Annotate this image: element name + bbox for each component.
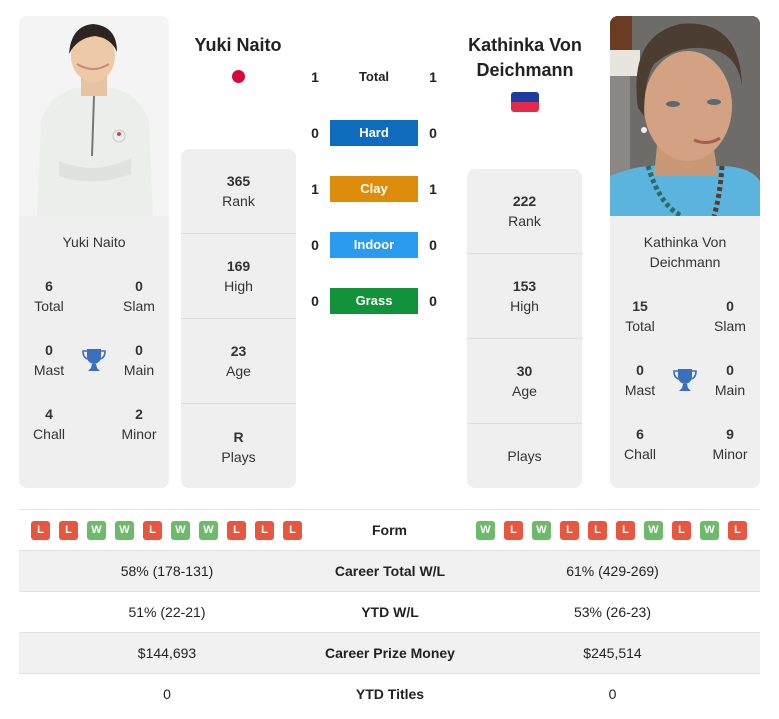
player1-titles-mast: 0 Mast xyxy=(33,342,65,378)
stat-row-prize-money: $144,693 Career Prize Money $245,514 xyxy=(19,632,760,673)
player1-rank: 365 Rank xyxy=(181,149,296,234)
liechtenstein-flag-icon xyxy=(511,92,539,112)
h2h-total-p2: 1 xyxy=(429,69,437,85)
form-loss-badge[interactable]: L xyxy=(255,521,274,540)
stat-row-ytd-wl: 51% (22-21) YTD W/L 53% (26-23) xyxy=(19,591,760,632)
player1-titles-slam: 0 Slam xyxy=(123,278,155,314)
form-label: Form xyxy=(372,522,407,538)
form-win-badge[interactable]: W xyxy=(115,521,134,540)
h2h-clay-row: 1 Clay 1 xyxy=(300,176,450,202)
form-loss-badge[interactable]: L xyxy=(227,521,246,540)
form-loss-badge[interactable]: L xyxy=(672,521,691,540)
h2h-hard-p1: 0 xyxy=(311,125,319,141)
player1-high: 169 High xyxy=(181,234,296,319)
player1-plays: R Plays xyxy=(221,428,256,465)
player2-age: 30 Age xyxy=(467,339,582,424)
h2h-total-label: Total xyxy=(358,69,390,84)
player2-prize-money: $245,514 xyxy=(583,645,642,661)
form-win-badge[interactable]: W xyxy=(700,521,719,540)
player2-plays: Plays xyxy=(507,448,542,464)
japan-flag-icon xyxy=(232,70,245,83)
surface-indoor-badge[interactable]: Indoor xyxy=(330,232,418,258)
player2-ytd-titles: 0 xyxy=(608,686,617,702)
form-win-badge[interactable]: W xyxy=(532,521,551,540)
surface-hard-badge[interactable]: Hard xyxy=(330,120,418,146)
form-loss-badge[interactable]: L xyxy=(616,521,635,540)
player2-titles-card: Kathinka Von Deichmann 15 Total 0 Slam 0… xyxy=(610,216,760,488)
form-win-badge[interactable]: W xyxy=(476,521,495,540)
form-win-badge[interactable]: W xyxy=(171,521,190,540)
h2h-grass-p1: 0 xyxy=(311,293,319,309)
form-loss-badge[interactable]: L xyxy=(283,521,302,540)
player1-card-name: Yuki Naito xyxy=(62,234,126,250)
trophy-icon xyxy=(673,367,697,393)
player2-ytd-wl: 53% (26-23) xyxy=(573,604,652,620)
form-loss-badge[interactable]: L xyxy=(504,521,523,540)
player1-titles-chall: 4 Chall xyxy=(33,406,65,442)
h2h-clay-p2: 1 xyxy=(429,181,437,197)
player1-photo xyxy=(19,16,169,216)
player2-titles-mast: 0 Mast xyxy=(624,362,656,398)
stat-row-career-wl: 58% (178-131) Career Total W/L 61% (429-… xyxy=(19,550,760,591)
stat-label: Career Prize Money xyxy=(325,645,455,661)
player2-titles-slam: 0 Slam xyxy=(714,298,746,334)
player2-high: 153 High xyxy=(467,254,582,339)
player2-titles-chall: 6 Chall xyxy=(624,426,656,462)
player1-prize-money: $144,693 xyxy=(137,645,197,661)
player2-titles-main: 0 Main xyxy=(714,362,746,398)
form-loss-badge[interactable]: L xyxy=(588,521,607,540)
player1-titles-minor: 2 Minor xyxy=(121,406,157,442)
h2h-indoor-row: 0 Indoor 0 xyxy=(300,232,450,258)
h2h-indoor-p1: 0 xyxy=(311,237,319,253)
player1-age: 23 Age xyxy=(181,319,296,404)
player1-titles-card: Yuki Naito 6 Total 0 Slam 0 Mast 0 Main … xyxy=(19,216,169,488)
form-win-badge[interactable]: W xyxy=(644,521,663,540)
player2-career-wl: 61% (429-269) xyxy=(566,563,659,579)
stat-label: Career Total W/L xyxy=(334,563,446,579)
player1-portrait-image xyxy=(19,16,169,216)
h2h-grass-p2: 0 xyxy=(429,293,437,309)
stat-label: YTD W/L xyxy=(361,604,419,620)
h2h-hard-row: 0 Hard 0 xyxy=(300,120,450,146)
form-row: LLWWLWWLLL Form WLWLLLWLWL xyxy=(19,509,760,550)
form-loss-badge[interactable]: L xyxy=(31,521,50,540)
surface-clay-badge[interactable]: Clay xyxy=(330,176,418,202)
form-win-badge[interactable]: W xyxy=(199,521,218,540)
player1-titles-main: 0 Main xyxy=(123,342,155,378)
player1-ytd-wl: 51% (22-21) xyxy=(128,604,206,620)
trophy-icon xyxy=(82,347,106,373)
form-loss-badge[interactable]: L xyxy=(59,521,78,540)
surface-grass-badge[interactable]: Grass xyxy=(330,288,418,314)
h2h-total-row: 1 Total 1 xyxy=(300,64,450,90)
player1-name[interactable]: Yuki Naito xyxy=(178,33,298,58)
h2h-clay-p1: 1 xyxy=(311,181,319,197)
stat-label: YTD Titles xyxy=(355,686,425,702)
form-loss-badge[interactable]: L xyxy=(143,521,162,540)
h2h-indoor-p2: 0 xyxy=(429,237,437,253)
player2-titles-minor: 9 Minor xyxy=(712,426,748,462)
stat-row-ytd-titles: 0 YTD Titles 0 xyxy=(19,673,760,714)
form-loss-badge[interactable]: L xyxy=(728,521,747,540)
player2-titles-total: 15 Total xyxy=(625,298,655,334)
player2-card-name: Kathinka Von Deichmann xyxy=(643,234,727,270)
h2h-hard-p2: 0 xyxy=(429,125,437,141)
player2-name[interactable]: Kathinka Von Deichmann xyxy=(455,33,595,83)
h2h-total-p1: 1 xyxy=(311,69,319,85)
player1-titles-total: 6 Total xyxy=(34,278,64,314)
player2-portrait-image xyxy=(610,16,760,216)
player1-info-panel: 365 Rank 169 High 23 Age R Plays xyxy=(181,149,296,488)
player1-ytd-titles: 0 xyxy=(163,686,171,702)
form-win-badge[interactable]: W xyxy=(87,521,106,540)
player2-rank: 222 Rank xyxy=(467,169,582,254)
player2-info-panel: 222 Rank 153 High 30 Age Plays xyxy=(467,169,582,488)
player2-photo xyxy=(610,16,760,216)
form-loss-badge[interactable]: L xyxy=(560,521,579,540)
player1-career-wl: 58% (178-131) xyxy=(120,563,214,579)
h2h-grass-row: 0 Grass 0 xyxy=(300,288,450,314)
